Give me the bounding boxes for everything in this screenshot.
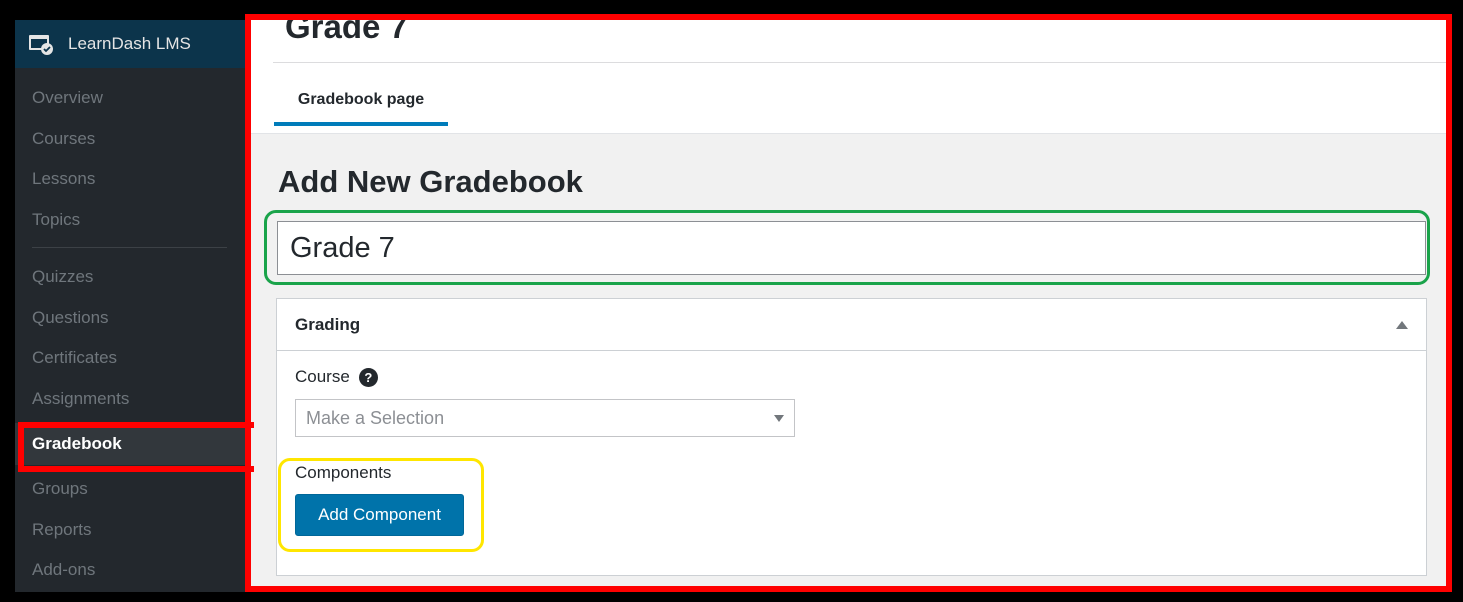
sidebar-item-groups[interactable]: Groups [15, 469, 245, 510]
sidebar-item-label: Reports [32, 519, 92, 539]
tab-gradebook-page[interactable]: Gradebook page [274, 78, 448, 126]
grading-panel-title: Grading [295, 314, 361, 334]
sidebar-divider [32, 247, 227, 248]
grading-panel-header[interactable]: Grading [277, 299, 1426, 351]
sidebar-item-gradebook[interactable]: Gradebook [15, 423, 245, 465]
sidebar-item-label: Certificates [32, 348, 118, 368]
sidebar-brand[interactable]: LearnDash LMS [15, 20, 245, 68]
sidebar-item-label: Lessons [32, 169, 96, 189]
learndash-laptop-icon [28, 33, 54, 55]
sidebar-item-assignments[interactable]: Assignments [15, 379, 245, 420]
add-component-button[interactable]: Add Component [295, 494, 464, 536]
sidebar-item-overview[interactable]: Overview [15, 78, 245, 119]
components-label: Components [295, 463, 392, 482]
grading-panel: Grading Course ? Make a Selection Compon… [276, 298, 1427, 576]
brand-name: LearnDash LMS [68, 34, 191, 53]
sidebar-item-certificates[interactable]: Certificates [15, 338, 245, 379]
page-title: Grade 7 [285, 14, 408, 45]
sidebar-item-add-ons[interactable]: Add-ons [15, 550, 245, 591]
sidebar-item-label: Assignments [32, 388, 130, 408]
course-select-placeholder: Make a Selection [306, 407, 445, 428]
sidebar-item-reports[interactable]: Reports [15, 510, 245, 551]
sidebar-item-courses[interactable]: Courses [15, 119, 245, 160]
sidebar-item-label: Quizzes [32, 267, 94, 287]
course-field-label: Course ? [295, 367, 1408, 387]
main-content: Grade 7 Gradebook page Add New Gradebook… [245, 14, 1449, 592]
grading-panel-body: Course ? Make a Selection Components Add… [277, 351, 1426, 552]
sidebar-item-label: Topics [32, 209, 81, 229]
sidebar-item-questions[interactable]: Questions [15, 298, 245, 339]
course-select[interactable]: Make a Selection [295, 399, 795, 437]
gradebook-title-input[interactable] [277, 221, 1426, 275]
sidebar-item-topics[interactable]: Topics [15, 200, 245, 241]
sidebar-item-label: Courses [32, 128, 96, 148]
sidebar-item-label: Add-ons [32, 560, 96, 580]
sidebar-item-quizzes[interactable]: Quizzes [15, 257, 245, 298]
sidebar-item-label: Gradebook [32, 434, 122, 453]
course-label: Course [295, 367, 350, 386]
sidebar-menu: Overview Courses Lessons Topics Quizzes … [15, 68, 245, 591]
sidebar-item-lessons[interactable]: Lessons [15, 159, 245, 200]
header-divider [273, 62, 1449, 63]
add-new-heading: Add New Gradebook [278, 164, 583, 199]
page-header: Grade 7 Gradebook page [245, 14, 1449, 134]
chevron-down-icon [774, 414, 784, 422]
question-circle-icon[interactable]: ? [358, 367, 378, 387]
collapse-arrow-icon[interactable] [1396, 320, 1408, 329]
admin-sidebar: LearnDash LMS Overview Courses Lessons T… [15, 20, 245, 592]
sidebar-item-label: Overview [32, 88, 103, 108]
sidebar-item-label: Groups [32, 479, 88, 499]
sidebar-item-label: Questions [32, 307, 109, 327]
